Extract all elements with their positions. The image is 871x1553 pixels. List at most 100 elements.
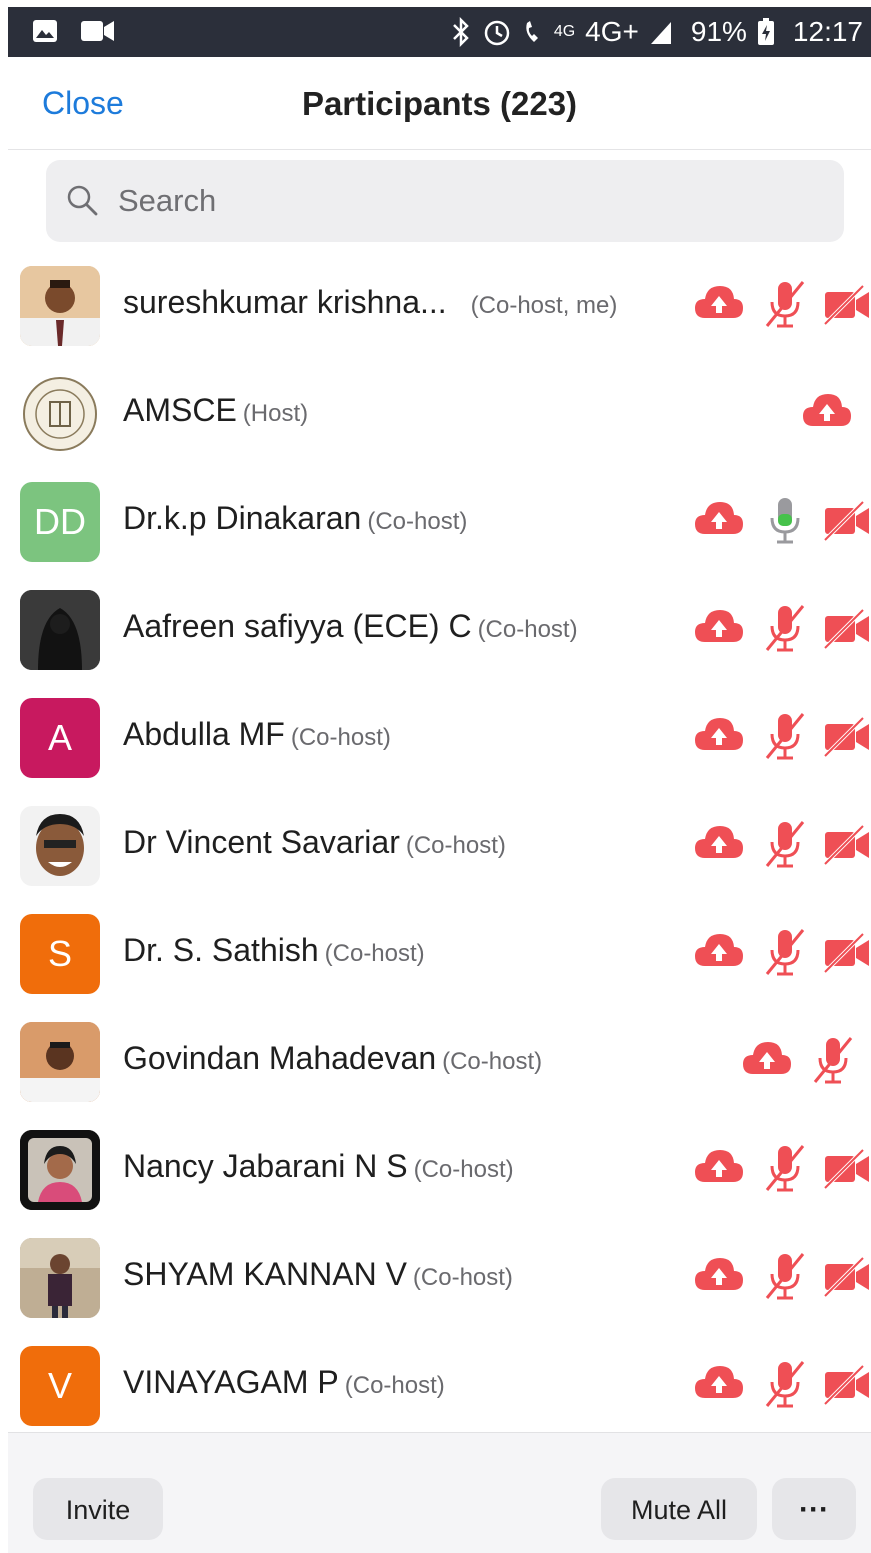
- more-options-button[interactable]: ···: [772, 1478, 856, 1540]
- participant-status-icons: [681, 929, 871, 980]
- participant-status-icons: [681, 713, 871, 764]
- video-off-icon[interactable]: [823, 1254, 871, 1298]
- participant-name: Dr Vincent Savariar (Co-host): [123, 824, 506, 861]
- cloud-upload-icon: [695, 1366, 743, 1398]
- page-title: Participants (223): [301, 85, 578, 122]
- participant-status-icons: [801, 390, 871, 440]
- bottom-toolbar: Invite Mute All ···: [8, 1432, 871, 1553]
- search-bar[interactable]: [46, 160, 844, 242]
- participant-name: sureshkumar krishna... (Co-host, me): [123, 284, 617, 321]
- header: Close Participants (223): [8, 57, 871, 150]
- cloud-upload-icon: [695, 1258, 743, 1290]
- video-off-icon[interactable]: [823, 822, 871, 866]
- participant-name: VINAYAGAM P (Co-host): [123, 1364, 445, 1401]
- cloud-upload-icon: [695, 610, 743, 642]
- participant-row[interactable]: SHYAM KANNAN V (Co-host): [8, 1234, 871, 1342]
- battery-percent: 91%: [690, 16, 747, 47]
- participant-role: (Co-host): [290, 724, 391, 751]
- participant-role: (Co-host): [405, 832, 506, 859]
- cloud-upload-icon: [695, 502, 743, 534]
- video-off-icon[interactable]: [823, 1362, 871, 1406]
- participant-row[interactable]: Nancy Jabarani N S (Co-host): [8, 1126, 871, 1234]
- participant-name: AMSCE (Host): [123, 392, 308, 429]
- avatar: [20, 1238, 100, 1318]
- participant-role: (Co-host): [412, 1264, 513, 1291]
- cloud-upload-icon: [695, 1150, 743, 1182]
- mic-muted-icon[interactable]: [763, 602, 807, 654]
- participant-status-icons: [741, 1037, 871, 1088]
- video-off-icon[interactable]: [823, 930, 871, 974]
- video-off-icon[interactable]: [823, 714, 871, 758]
- avatar: V: [20, 1346, 100, 1426]
- mic-muted-icon[interactable]: [763, 1250, 807, 1302]
- mic-on-icon[interactable]: [763, 494, 807, 546]
- video-off-icon[interactable]: [823, 606, 871, 650]
- participant-name: Dr.k.p Dinakaran (Co-host): [123, 500, 467, 537]
- avatar: S: [20, 914, 100, 994]
- participant-name-text: Nancy Jabarani N S: [123, 1148, 408, 1184]
- mic-muted-icon[interactable]: [763, 818, 807, 870]
- search-input[interactable]: [116, 178, 820, 224]
- avatar: [20, 590, 100, 670]
- search-icon: [67, 185, 98, 216]
- mic-muted-icon[interactable]: [763, 1142, 807, 1194]
- avatar: [20, 266, 100, 346]
- participant-name-text: Aafreen safiyya (ECE) C: [123, 608, 472, 644]
- video-record-icon: [81, 21, 114, 41]
- gallery-icon: [33, 20, 57, 42]
- mic-muted-icon[interactable]: [811, 1034, 855, 1086]
- participant-name-text: Govindan Mahadevan: [123, 1040, 437, 1076]
- participant-row[interactable]: sureshkumar krishna... (Co-host, me): [8, 262, 871, 370]
- video-off-icon[interactable]: [823, 282, 871, 326]
- avatar-initials: S: [47, 933, 72, 974]
- participant-name: SHYAM KANNAN V (Co-host): [123, 1256, 513, 1293]
- avatar: [20, 806, 100, 886]
- participant-role: (Co-host): [324, 940, 425, 967]
- participant-name-text: SHYAM KANNAN V: [123, 1256, 407, 1292]
- participant-role: (Co-host): [477, 616, 578, 643]
- clock: 12:17: [792, 16, 863, 47]
- participant-row[interactable]: Aafreen safiyya (ECE) C (Co-host): [8, 586, 871, 694]
- participant-row[interactable]: DD Dr.k.p Dinakaran (Co-host): [8, 478, 871, 586]
- mic-muted-icon[interactable]: [763, 1358, 807, 1410]
- participant-row[interactable]: S Dr. S. Sathish (Co-host): [8, 910, 871, 1018]
- invite-button[interactable]: Invite: [33, 1478, 163, 1540]
- participant-status-icons: [681, 1253, 871, 1304]
- participant-status-icons: [681, 1145, 871, 1196]
- participant-role: (Co-host): [413, 1156, 514, 1183]
- cloud-upload-icon: [695, 286, 743, 318]
- participant-name-text: VINAYAGAM P: [123, 1364, 339, 1400]
- network-small-label: 4G: [553, 23, 576, 40]
- participant-row[interactable]: Govindan Mahadevan (Co-host): [8, 1018, 871, 1126]
- participant-name: Govindan Mahadevan (Co-host): [123, 1040, 542, 1077]
- participant-status-icons: [681, 498, 871, 548]
- zoom-participants-screen: 4G 4G+ 91% 12:17 Close Participants (223…: [8, 7, 871, 1553]
- battery-charging-icon: [757, 18, 774, 45]
- signal-icon: [650, 22, 671, 44]
- avatar-initials: DD: [34, 501, 86, 542]
- avatar: A: [20, 698, 100, 778]
- participant-role: (Host): [242, 400, 309, 427]
- mic-muted-icon[interactable]: [763, 278, 807, 330]
- network-type-label: 4G+: [585, 16, 639, 47]
- participant-role: (Co-host): [442, 1048, 543, 1075]
- mute-all-button[interactable]: Mute All: [601, 1478, 757, 1540]
- participant-row[interactable]: A Abdulla MF (Co-host): [8, 694, 871, 802]
- video-off-icon[interactable]: [823, 1146, 871, 1190]
- avatar: [20, 1130, 100, 1210]
- cloud-upload-icon: [803, 394, 851, 426]
- participant-status-icons: [681, 1361, 871, 1412]
- participant-row[interactable]: AMSCE (Host): [8, 370, 871, 478]
- participant-name: Nancy Jabarani N S (Co-host): [123, 1148, 514, 1185]
- participant-name: Abdulla MF (Co-host): [123, 716, 391, 753]
- avatar: [20, 374, 100, 454]
- mic-muted-icon[interactable]: [763, 926, 807, 978]
- mic-muted-icon[interactable]: [763, 710, 807, 762]
- participant-name-text: sureshkumar krishna...: [123, 284, 447, 320]
- participant-row[interactable]: Dr Vincent Savariar (Co-host): [8, 802, 871, 910]
- participant-name-text: Dr.k.p Dinakaran: [123, 500, 362, 536]
- video-off-icon[interactable]: [823, 498, 871, 542]
- avatar: DD: [20, 482, 100, 562]
- participant-name: Dr. S. Sathish (Co-host): [123, 932, 425, 969]
- participant-role: (Co-host): [344, 1372, 445, 1399]
